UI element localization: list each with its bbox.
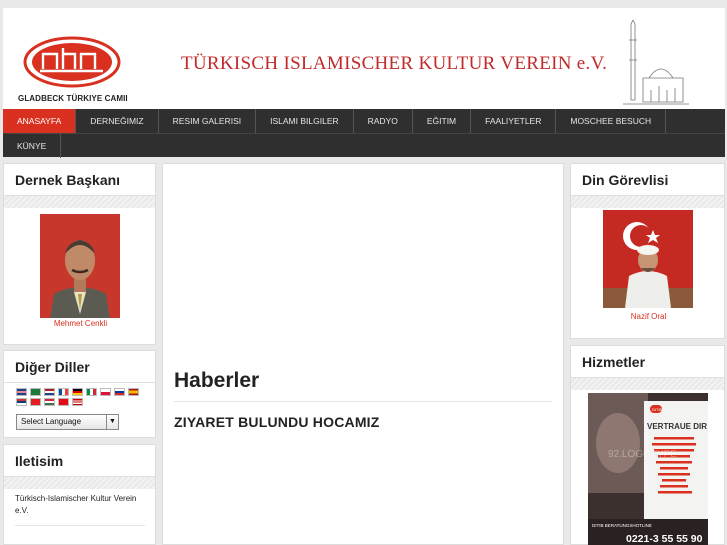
nav-item-moschee-besuch[interactable]: MOSCHEE BESUCH xyxy=(556,109,667,133)
contact-widget: Iletisim Türkisch-Islamischer Kultur Ver… xyxy=(3,444,156,545)
contact-text: Türkisch-Islamischer Kultur Verein e.V. xyxy=(15,494,137,515)
imam-photo[interactable] xyxy=(603,210,693,308)
ad-headline: VERTRAUE DIR xyxy=(647,422,707,431)
main-navigation: ANASAYFA DERNEĞIMIZ RESIM GALERISI ISLAM… xyxy=(3,109,725,158)
language-flags xyxy=(16,388,146,406)
language-select[interactable]: Select Language ▼ xyxy=(16,414,119,430)
flag-icon-pl[interactable] xyxy=(100,388,111,396)
flag-icon-sa[interactable] xyxy=(30,388,41,396)
widget-strip xyxy=(4,477,155,489)
nav-item-radyo[interactable]: RADYO xyxy=(354,109,413,133)
ditib-logo[interactable] xyxy=(23,36,121,88)
site-title: TÜRKISCH ISLAMISCHER KULTUR VEREIN e.V. xyxy=(181,53,608,74)
nav-item-kunye[interactable]: KÜNYE xyxy=(3,134,62,158)
president-widget: Dernek Başkanı Mehmet Cenkli xyxy=(3,163,156,345)
flag-icon-es[interactable] xyxy=(128,388,139,396)
imam-widget: Din Görevlisi Nazif Oral xyxy=(570,163,725,339)
imam-widget-title: Din Görevlisi xyxy=(571,164,724,196)
imam-name-link[interactable]: Nazif Oral xyxy=(571,312,726,321)
flag-icon-my[interactable] xyxy=(72,398,83,406)
main-content: Haberler ZIYARET BULUNDU HOCAMIZ xyxy=(162,163,564,545)
ad-logo-text: DITIB xyxy=(652,407,663,412)
flag-icon-tr[interactable] xyxy=(58,398,69,406)
nav-item-anasayfa[interactable]: ANASAYFA xyxy=(3,109,77,133)
site-header: GLADBECK TÜRKIYE CAMII TÜRKISCH ISLAMISC… xyxy=(3,8,725,109)
flag-icon-gb[interactable] xyxy=(16,388,27,396)
ad-watermark: 92.LOGOTYPE xyxy=(608,449,677,460)
flag-icon-ru[interactable] xyxy=(114,388,125,396)
flag-icon-fr[interactable] xyxy=(58,388,69,396)
language-select-value: Select Language xyxy=(21,417,82,426)
flag-icon-de[interactable] xyxy=(72,388,83,396)
widget-strip xyxy=(571,196,724,208)
mosque-illustration xyxy=(623,20,689,105)
chevron-down-icon[interactable]: ▼ xyxy=(106,415,118,429)
flag-icon-nl[interactable] xyxy=(44,388,55,396)
nav-item-resim-galerisi[interactable]: RESIM GALERISI xyxy=(159,109,257,133)
news-item-title[interactable]: ZIYARET BULUNDU HOCAMIZ xyxy=(174,414,380,430)
flag-icon-it[interactable] xyxy=(86,388,97,396)
divider xyxy=(174,401,552,402)
widget-strip xyxy=(571,378,724,390)
nav-item-egitim[interactable]: EĞITIM xyxy=(413,109,472,133)
services-widget: Hizmetler DITIB VERTRAUE DIR 92.LOGOTYPE… xyxy=(570,345,725,545)
flag-icon-hu[interactable] xyxy=(44,398,55,406)
nav-item-dernegimiz[interactable]: DERNEĞIMIZ xyxy=(76,109,159,133)
contact-widget-title: Iletisim xyxy=(4,445,155,477)
hotline-advertisement[interactable]: DITIB VERTRAUE DIR 92.LOGOTYPE DITIB BER… xyxy=(588,393,708,545)
divider xyxy=(15,525,145,526)
flag-icon-al[interactable] xyxy=(30,398,41,406)
president-widget-title: Dernek Başkanı xyxy=(4,164,155,196)
services-widget-title: Hizmetler xyxy=(571,346,724,378)
nav-row-2: KÜNYE xyxy=(3,133,725,158)
ad-footer-label: DITIB BERATUNGSHOTLINE xyxy=(592,523,652,528)
president-name-link[interactable]: Mehmet Cenkli xyxy=(4,319,157,328)
languages-widget-title: Diğer Diller xyxy=(4,351,155,383)
ad-phone-number: 0221-3 55 55 90 xyxy=(626,533,703,545)
president-photo[interactable] xyxy=(40,214,120,318)
flag-icon-rs[interactable] xyxy=(16,398,27,406)
nav-item-faaliyetler[interactable]: FAALIYETLER xyxy=(471,109,557,133)
logo-caption: GLADBECK TÜRKIYE CAMII xyxy=(18,94,128,103)
languages-widget: Diğer Diller Select Language ▼ xyxy=(3,350,156,438)
page: GLADBECK TÜRKIYE CAMII TÜRKISCH ISLAMISC… xyxy=(0,0,727,545)
nav-row-1: ANASAYFA DERNEĞIMIZ RESIM GALERISI ISLAM… xyxy=(3,109,667,133)
widget-strip xyxy=(4,196,155,208)
news-heading: Haberler xyxy=(174,369,260,392)
nav-item-islami-bilgiler[interactable]: ISLAMI BILGILER xyxy=(256,109,354,133)
